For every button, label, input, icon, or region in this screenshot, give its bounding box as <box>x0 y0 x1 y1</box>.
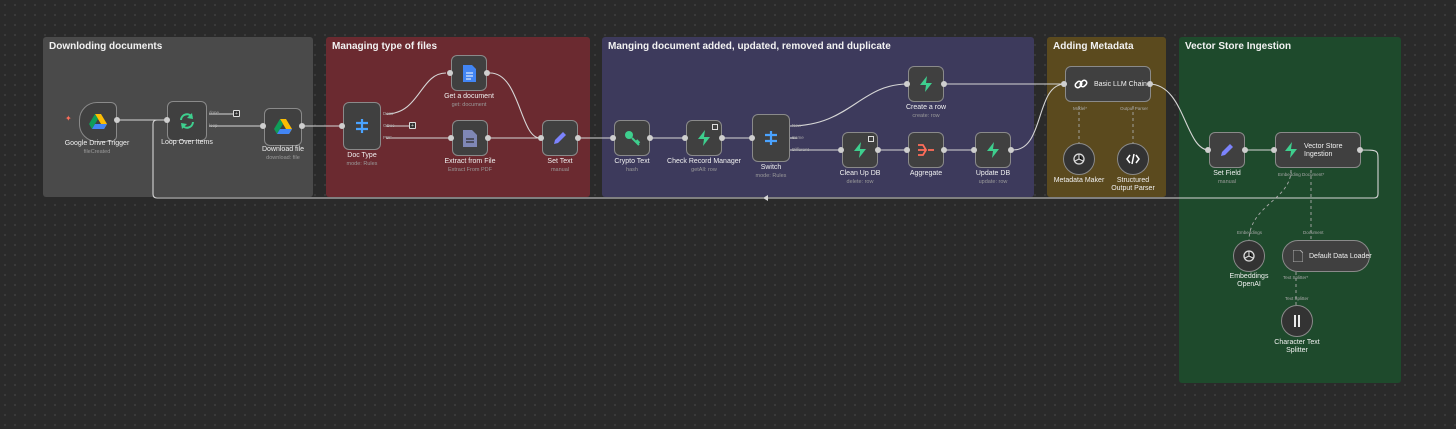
node-label: Doc Type <box>347 152 377 159</box>
output-label: Different <box>792 147 809 152</box>
clean-up-db-node[interactable] <box>842 132 878 168</box>
node-label: Loop Over Items <box>161 139 213 146</box>
update-db-node[interactable] <box>975 132 1011 168</box>
node-sublabel: Extract From PDF <box>447 167 492 173</box>
node-label: Vector Store Ingestion <box>1304 143 1343 158</box>
basic-llm-chain-node[interactable]: Basic LLM Chain <box>1065 66 1151 102</box>
refresh-icon <box>180 113 194 129</box>
port-label-model: Model* <box>1073 106 1088 111</box>
note-indicator <box>712 124 718 130</box>
node-sublabel: get: document <box>451 102 487 108</box>
port-label-embeddings: Embeddings <box>1237 230 1263 235</box>
supabase-icon <box>698 130 710 146</box>
output-label: Docs <box>383 111 394 116</box>
key-icon <box>624 130 640 146</box>
google-drive-trigger-node[interactable] <box>79 102 117 142</box>
node-label: Google Drive Trigger <box>64 140 130 147</box>
aggregate-icon <box>918 144 934 156</box>
node-sublabel: download: file <box>266 155 300 161</box>
structured-output-parser-node[interactable] <box>1117 143 1149 175</box>
metadata-maker-node[interactable] <box>1063 143 1095 175</box>
trigger-bolt-icon: ✦ <box>65 114 72 123</box>
loop-over-items-node[interactable] <box>167 101 207 141</box>
get-document-node[interactable] <box>451 55 487 91</box>
node-label: Get a document <box>444 93 494 100</box>
vector-store-ingestion-node[interactable]: Vector Store Ingestion <box>1275 132 1361 168</box>
output-label: New <box>792 123 802 128</box>
node-label: Embeddings OpenAI <box>1229 273 1269 288</box>
default-data-loader-node[interactable]: Default Data Loader <box>1282 240 1372 272</box>
note-indicator <box>868 136 874 142</box>
output-label: GDoc <box>383 123 395 128</box>
create-row-node[interactable] <box>908 66 944 102</box>
node-sublabel: delete: row <box>846 179 874 185</box>
node-label: Download file <box>261 146 305 153</box>
download-file-node[interactable] <box>264 108 302 146</box>
node-label: Switch <box>760 164 782 171</box>
link-icon <box>1074 79 1088 89</box>
node-label: Structured Output Parser <box>1111 177 1155 192</box>
character-text-splitter-node[interactable] <box>1281 305 1313 337</box>
output-label: PDF <box>383 135 392 140</box>
node-sublabel: update: row <box>978 179 1008 185</box>
node-sublabel: mode: Rules <box>346 161 378 167</box>
google-drive-icon <box>274 119 292 134</box>
node-sublabel: manual <box>1217 179 1237 185</box>
supabase-icon <box>1285 142 1297 158</box>
output-label: Same <box>792 135 804 140</box>
set-field-node[interactable] <box>1209 132 1245 168</box>
document-icon <box>1293 250 1303 262</box>
google-docs-icon <box>462 64 476 82</box>
node-label: Character Text Splitter <box>1274 339 1320 354</box>
extract-from-file-node[interactable] <box>452 120 488 156</box>
node-label: Set Field <box>1213 170 1241 177</box>
port-label-embedding: Embedding <box>1278 172 1301 177</box>
crypto-text-node[interactable] <box>614 120 650 156</box>
node-label: Extract from File <box>444 158 496 165</box>
file-extract-icon <box>463 129 477 147</box>
aggregate-node[interactable] <box>908 132 944 168</box>
supabase-icon <box>920 76 932 92</box>
supabase-icon <box>854 142 866 158</box>
node-label: Basic LLM Chain <box>1094 81 1147 88</box>
embeddings-openai-node[interactable] <box>1233 240 1265 272</box>
code-icon <box>1126 153 1140 165</box>
node-label: Create a row <box>905 104 947 111</box>
port-label-document: Document* <box>1302 172 1325 177</box>
node-sublabel: fileCreated <box>83 149 111 155</box>
doc-type-switch-node[interactable] <box>343 102 381 150</box>
switch-icon <box>356 119 368 133</box>
splitter-icon <box>1294 315 1300 327</box>
check-record-manager-node[interactable] <box>686 120 722 156</box>
openai-icon <box>1243 250 1255 262</box>
node-sublabel: mode: Rules <box>755 173 787 179</box>
port-label-text-splitter: Text Splitter* <box>1283 275 1309 280</box>
supabase-icon <box>987 142 999 158</box>
openai-icon <box>1073 153 1085 165</box>
add-node-button[interactable]: + <box>409 122 416 129</box>
pencil-icon <box>554 132 566 144</box>
switch-icon <box>765 131 777 145</box>
pencil-icon <box>1221 144 1233 156</box>
node-label: Update DB <box>975 170 1011 177</box>
node-label: Default Data Loader <box>1309 253 1372 260</box>
port-label-document: Document <box>1303 230 1324 235</box>
switch-node[interactable] <box>752 114 790 162</box>
connection-wires <box>119 72 1379 305</box>
node-sublabel: create: row <box>912 113 940 119</box>
output-label-loop: loop <box>209 123 218 128</box>
set-text-node[interactable] <box>542 120 578 156</box>
port-label-text-splitter: Text Splitter <box>1285 296 1309 301</box>
add-node-button[interactable]: + <box>233 110 240 117</box>
output-label-done: done <box>209 110 220 115</box>
port-label-output-parser: Output Parser <box>1120 106 1149 111</box>
google-drive-icon <box>89 114 107 129</box>
